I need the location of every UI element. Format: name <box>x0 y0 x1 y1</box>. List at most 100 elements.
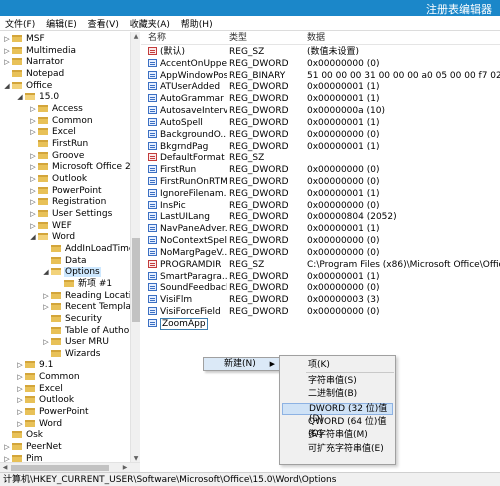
value-row[interactable]: BackgroundO... REG_DWORD 0x00000000 (0) <box>141 129 500 141</box>
tree-item[interactable]: ▷ Outlook <box>16 394 75 406</box>
collapse-arrow-icon[interactable]: ◢ <box>16 91 24 103</box>
value-row[interactable]: ZoomApp <box>141 317 500 330</box>
tree-item[interactable]: AddInLoadTimes <box>42 243 139 255</box>
tree-item[interactable]: ▷ Recent Templates <box>42 301 139 313</box>
tree-item[interactable]: ▷ Word <box>16 418 63 430</box>
column-header-data[interactable]: 数据 <box>307 32 325 45</box>
tree-item[interactable]: Osk <box>3 429 44 441</box>
tree-vertical-scrollbar[interactable]: ▲ ▼ <box>130 32 140 464</box>
collapse-arrow-icon[interactable]: ◢ <box>29 231 37 243</box>
value-row[interactable]: AutoSpell REG_DWORD 0x00000001 (1) <box>141 117 500 129</box>
tree-item[interactable]: Notepad <box>3 68 65 80</box>
tree-item[interactable]: ◢ 15.0 <box>16 91 60 103</box>
h-scroll-thumb[interactable] <box>11 465 109 471</box>
tree-item[interactable]: ▷ Registration <box>29 196 107 208</box>
tree-item[interactable]: ▷ MSF <box>3 33 46 45</box>
tree-item[interactable]: ▷ Common <box>16 371 81 383</box>
tree-item[interactable]: ▷ WEF <box>29 220 73 232</box>
expand-arrow-icon[interactable]: ▷ <box>42 336 50 348</box>
expand-arrow-icon[interactable]: ▷ <box>16 383 24 395</box>
menu-favorites[interactable]: 收藏夹(A) <box>127 16 173 31</box>
menu-view[interactable]: 查看(V) <box>85 16 122 31</box>
tree-item[interactable]: ▷ Reading Location <box>42 290 139 302</box>
collapse-arrow-icon[interactable]: ◢ <box>42 266 50 278</box>
tree-item[interactable]: Wizards <box>42 348 101 360</box>
tree-item[interactable]: ▷ Microsoft Office 201 <box>29 161 139 173</box>
menu-file[interactable]: 文件(F) <box>2 16 38 31</box>
tree-item[interactable]: Table of Authoriti <box>42 325 139 337</box>
tree-item[interactable]: ▷ Access <box>29 103 84 115</box>
tree-item[interactable]: 新项 #1 <box>55 278 113 290</box>
value-row[interactable]: (默认) REG_SZ (数值未设置) <box>141 46 500 58</box>
value-row[interactable]: IgnoreFilenam... REG_DWORD 0x00000001 (1) <box>141 188 500 200</box>
value-row[interactable]: ATUserAdded REG_DWORD 0x00000001 (1) <box>141 81 500 93</box>
expand-arrow-icon[interactable]: ▷ <box>42 290 50 302</box>
expand-arrow-icon[interactable]: ▷ <box>29 150 37 162</box>
expand-arrow-icon[interactable]: ▷ <box>29 173 37 185</box>
tree-item[interactable]: ▷ PeerNet <box>3 441 63 453</box>
value-row[interactable]: FirstRun REG_DWORD 0x00000000 (0) <box>141 164 500 176</box>
expand-arrow-icon[interactable]: ▷ <box>29 208 37 220</box>
submenu-multi-string-value[interactable]: 多字符串值(M) <box>282 429 393 441</box>
tree-item[interactable]: ▷ PowerPoint <box>29 185 103 197</box>
expand-arrow-icon[interactable]: ▷ <box>42 301 50 313</box>
collapse-arrow-icon[interactable]: ◢ <box>3 80 11 92</box>
tree-item[interactable]: ▷ PowerPoint <box>16 406 90 418</box>
scroll-up-icon[interactable]: ▲ <box>131 32 141 42</box>
value-row[interactable]: NoMargPageV... REG_DWORD 0x00000000 (0) <box>141 247 500 259</box>
value-row[interactable]: FirstRunOnRTM REG_DWORD 0x00000000 (0) <box>141 176 500 188</box>
expand-arrow-icon[interactable]: ▷ <box>3 45 11 57</box>
submenu-dword-value[interactable]: DWORD (32 位)值(D) <box>282 403 393 424</box>
submenu-expandable-string-value[interactable]: 可扩充字符串值(E) <box>282 443 393 455</box>
value-row[interactable]: AccentOnUpper REG_DWORD 0x00000000 (0) <box>141 58 500 70</box>
menu-edit[interactable]: 编辑(E) <box>43 16 80 31</box>
value-row[interactable]: PROGRAMDIR REG_SZ C:\Program Files (x86)\M… <box>141 259 500 271</box>
value-row[interactable]: AppWindowPos REG_BINARY 51 00 00 00 31 00 … <box>141 70 500 82</box>
tree-item[interactable]: ▷ Multimedia <box>3 45 77 57</box>
expand-arrow-icon[interactable]: ▷ <box>16 406 24 418</box>
expand-arrow-icon[interactable]: ▷ <box>29 126 37 138</box>
expand-arrow-icon[interactable]: ▷ <box>16 359 24 371</box>
tree-item[interactable]: ▷ Common <box>29 115 94 127</box>
tree-item[interactable]: ◢ Options <box>42 266 101 278</box>
expand-arrow-icon[interactable]: ▷ <box>29 161 37 173</box>
value-row[interactable]: NoContextSpell REG_DWORD 0x00000000 (0) <box>141 235 500 247</box>
expand-arrow-icon[interactable]: ▷ <box>29 115 37 127</box>
expand-arrow-icon[interactable]: ▷ <box>16 371 24 383</box>
tree-item[interactable]: ▷ Groove <box>29 150 85 162</box>
tree-item[interactable]: ▷ User MRU <box>42 336 110 348</box>
value-row[interactable]: VisiForceField REG_DWORD 0x00000000 (0) <box>141 306 500 318</box>
column-header-type[interactable]: 类型 <box>229 32 247 45</box>
expand-arrow-icon[interactable]: ▷ <box>3 33 11 45</box>
submenu-string-value[interactable]: 字符串值(S) <box>282 375 393 387</box>
expand-arrow-icon[interactable]: ▷ <box>29 103 37 115</box>
value-row[interactable]: AutoGrammar REG_DWORD 0x00000001 (1) <box>141 93 500 105</box>
value-row[interactable]: LastUILang REG_DWORD 0x00000804 (2052) <box>141 211 500 223</box>
value-row[interactable]: SmartParagra... REG_DWORD 0x00000001 (1) <box>141 271 500 283</box>
tree-item[interactable]: ▷ User Settings <box>29 208 113 220</box>
expand-arrow-icon[interactable]: ▷ <box>16 394 24 406</box>
value-row[interactable]: DefaultFormat REG_SZ <box>141 152 500 164</box>
tree-item[interactable]: ▷ 9.1 <box>16 359 54 371</box>
expand-arrow-icon[interactable]: ▷ <box>29 220 37 232</box>
tree-item[interactable]: ▷ Outlook <box>29 173 88 185</box>
value-row[interactable]: AutosaveIntervalREG_DWORD 0x0000000a (10) <box>141 105 500 117</box>
value-row[interactable]: InsPic REG_DWORD 0x00000000 (0) <box>141 200 500 212</box>
menu-help[interactable]: 帮助(H) <box>178 16 216 31</box>
value-row[interactable]: SoundFeedback REG_DWORD 0x00000000 (0) <box>141 282 500 294</box>
tree-item[interactable]: ◢ Office <box>3 80 53 92</box>
expand-arrow-icon[interactable]: ▷ <box>29 196 37 208</box>
registry-tree[interactable]: ▷ MSF ▷ Multimedia ▷ Narrator Notepad ◢ Office ◢ 1… <box>0 32 140 464</box>
expand-arrow-icon[interactable]: ▷ <box>3 56 11 68</box>
value-row[interactable]: VisiFlm REG_DWORD 0x00000003 (3) <box>141 294 500 306</box>
submenu-binary-value[interactable]: 二进制值(B) <box>282 388 393 400</box>
tree-item[interactable]: ◢ Word <box>29 231 76 243</box>
context-menu-new[interactable]: 新建(N) ▶ <box>204 358 279 370</box>
submenu-key[interactable]: 项(K) <box>282 359 393 371</box>
rename-input[interactable]: ZoomApp <box>160 317 208 330</box>
value-row[interactable]: NavPaneAdver... REG_DWORD 0x00000001 (1) <box>141 223 500 235</box>
expand-arrow-icon[interactable]: ▷ <box>29 185 37 197</box>
expand-arrow-icon[interactable]: ▷ <box>3 441 11 453</box>
tree-item[interactable]: ▷ Excel <box>16 383 64 395</box>
submenu-qword-value[interactable]: QWORD (64 位)值(Q) <box>282 416 393 439</box>
